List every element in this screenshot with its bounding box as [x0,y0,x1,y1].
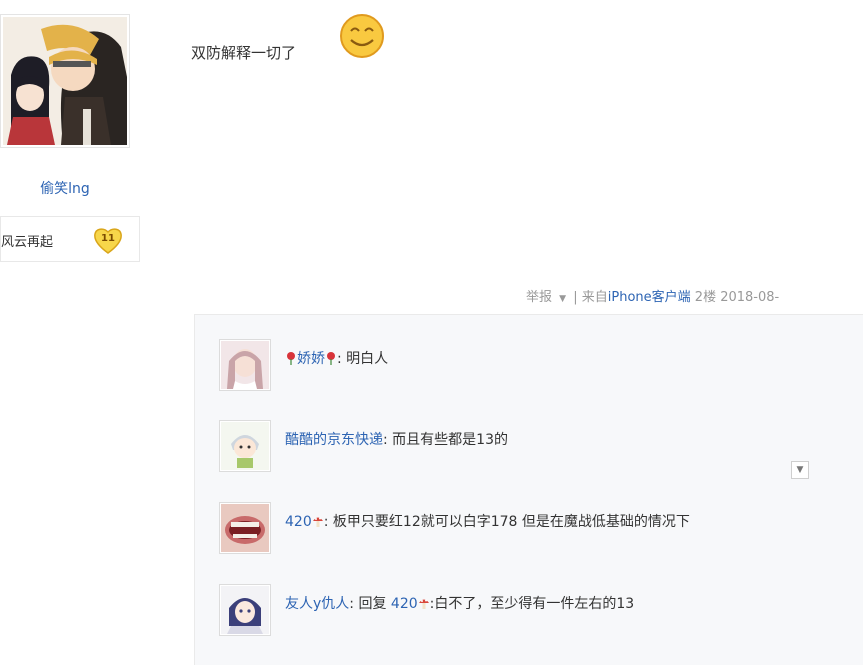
post-content: 双防解释一切了 [191,44,297,62]
reply-username[interactable]: 娇娇 [297,351,325,367]
source-prefix: 来自 [581,290,608,305]
floor-number: 2楼 [694,290,717,305]
avatar-image [3,17,127,145]
rank-level: 11 [101,233,115,244]
reply-text: 板甲只要红12就可以白字178 但是在魔战低基础的情况下 [332,514,690,530]
reply-avatar[interactable] [219,420,271,472]
heart-level-badge-icon: 11 [93,227,123,255]
reply-item: 420: 板甲只要红12就可以白字178 但是在魔战低基础的情况下 [219,502,859,554]
report-link[interactable]: 举报 [526,290,552,305]
author-rank-box[interactable]: 风云再起 11 [0,216,140,262]
author-avatar[interactable] [0,14,130,148]
smiley-emoticon-icon [340,14,384,58]
reply-avatar[interactable] [219,584,271,636]
reply-colon: : [323,514,333,530]
post-tail: 举报 ▼ | 来自iPhone客户端 2楼 2018-08- [526,286,779,305]
author-column: 偷笑lng 风云再起 11 [0,0,160,664]
reply-line: 娇娇: 明白人 [285,348,388,368]
reply-item: 酷酷的京东快递: 而且有些都是13的 [219,420,859,472]
source-client-link[interactable]: iPhone客户端 [608,290,691,305]
dropdown-caret-icon[interactable]: ▼ [559,294,566,304]
reply-line: 酷酷的京东快递: 而且有些都是13的 [285,429,508,449]
reply-item: 友人y仇人: 回复 420:白不了，至少得有一件左右的13 [219,584,859,636]
reply-username[interactable]: 友人y仇人 [285,596,349,612]
post-date: 2018-08- [720,290,780,305]
reply-line: 友人y仇人: 回复 420:白不了，至少得有一件左右的13 [285,593,634,613]
reply-text: :白不了，至少得有一件左右的13 [429,596,635,612]
mushroom-icon [418,599,429,609]
reply-target-username[interactable]: 420 [391,596,418,612]
author-username[interactable]: 偷笑lng [0,178,130,198]
reply-avatar[interactable] [219,339,271,391]
reply-line: 420: 板甲只要红12就可以白字178 但是在魔战低基础的情况下 [285,511,690,531]
reply-prefix: 回复 [358,596,391,612]
reply-panel: 娇娇: 明白人 酷酷的京东快递: 而且有些都是13的 ▼ 420: 板甲只要红… [194,314,863,665]
reply-username[interactable]: 酷酷的京东快递 [285,432,383,448]
reply-colon: : [337,351,347,367]
reply-item: 娇娇: 明白人 [219,339,859,391]
reply-username[interactable]: 420 [285,514,312,530]
reply-colon: : [383,432,393,448]
collapse-arrow-icon[interactable]: ▼ [791,461,809,479]
tail-separator: | [573,290,578,305]
rank-name: 风云再起 [1,235,54,250]
reply-avatar[interactable] [219,502,271,554]
rose-icon [327,352,335,365]
reply-text: 明白人 [346,351,389,367]
reply-text: 而且有些都是13的 [392,432,508,448]
rose-icon [287,352,295,365]
mushroom-icon [312,517,323,527]
